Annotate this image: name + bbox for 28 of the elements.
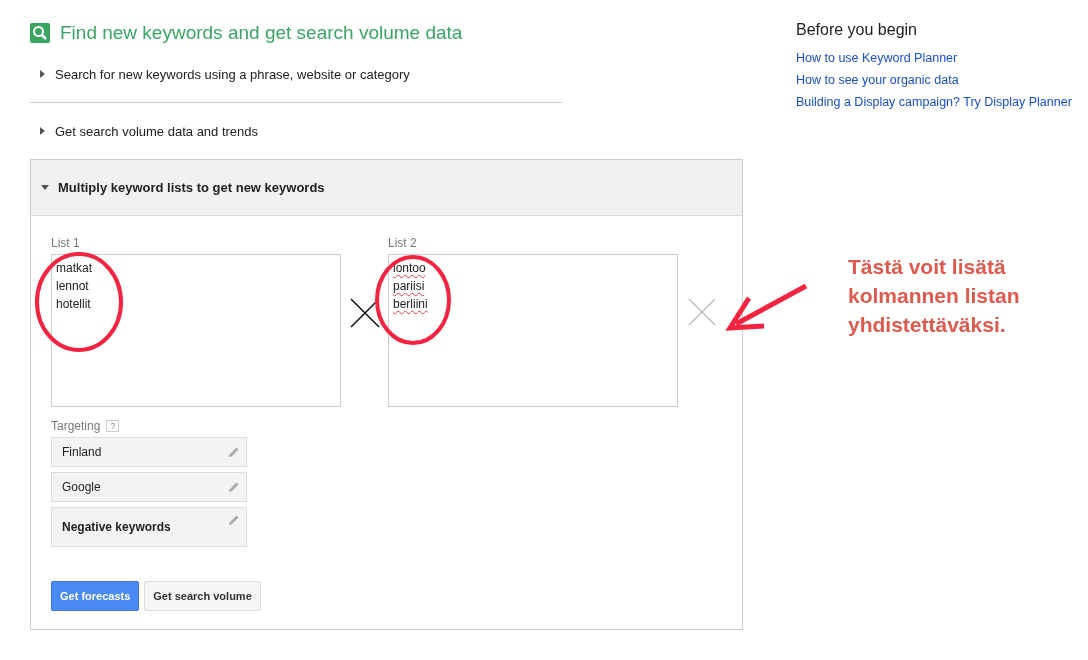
keyword-list-field[interactable]: lontoo pariisi berliini bbox=[388, 254, 678, 407]
search-icon bbox=[30, 23, 50, 43]
targeting-item[interactable]: Finland bbox=[51, 437, 247, 467]
section-toggle[interactable]: Search for new keywords using a phrase, website or category bbox=[55, 66, 410, 82]
pencil-icon[interactable] bbox=[228, 514, 240, 526]
section-toggle[interactable]: Get search volume data and trends bbox=[55, 123, 259, 139]
section-toggle[interactable]: Multiply keyword lists to get new keywords bbox=[58, 180, 325, 195]
help-icon[interactable]: ? bbox=[106, 420, 120, 432]
targeting-item[interactable]: Google bbox=[51, 472, 247, 502]
annotation-text: Tästä voit lisätä kolmannen listan yhdistettäväksi. bbox=[848, 254, 1021, 338]
caret-icon bbox=[41, 184, 49, 191]
targeting-label: Targeting bbox=[51, 419, 101, 433]
list-label: List 2 bbox=[388, 236, 418, 250]
help-link[interactable]: How to use Keyword Planner bbox=[796, 51, 1088, 65]
help-link[interactable]: Building a Display campaign? Try Display Planner bbox=[796, 95, 1088, 109]
sidebar-heading: Before you begin bbox=[796, 21, 918, 39]
list-label: List 1 bbox=[51, 236, 81, 250]
add-list-icon[interactable] bbox=[688, 298, 716, 326]
pencil-icon[interactable] bbox=[228, 446, 240, 458]
search-volume-button[interactable]: Get search volume bbox=[144, 581, 261, 611]
multiply-icon[interactable] bbox=[350, 298, 380, 328]
caret-icon bbox=[40, 70, 46, 78]
page-title: Find new keywords and get search volume data bbox=[60, 22, 463, 44]
targeting-item[interactable]: Negative keywords bbox=[51, 507, 247, 547]
pencil-icon[interactable] bbox=[228, 481, 240, 493]
caret-icon bbox=[40, 127, 46, 135]
help-link[interactable]: How to see your organic data bbox=[796, 73, 1088, 87]
keyword-list-field[interactable]: matkat lennot hotellit bbox=[51, 254, 341, 407]
